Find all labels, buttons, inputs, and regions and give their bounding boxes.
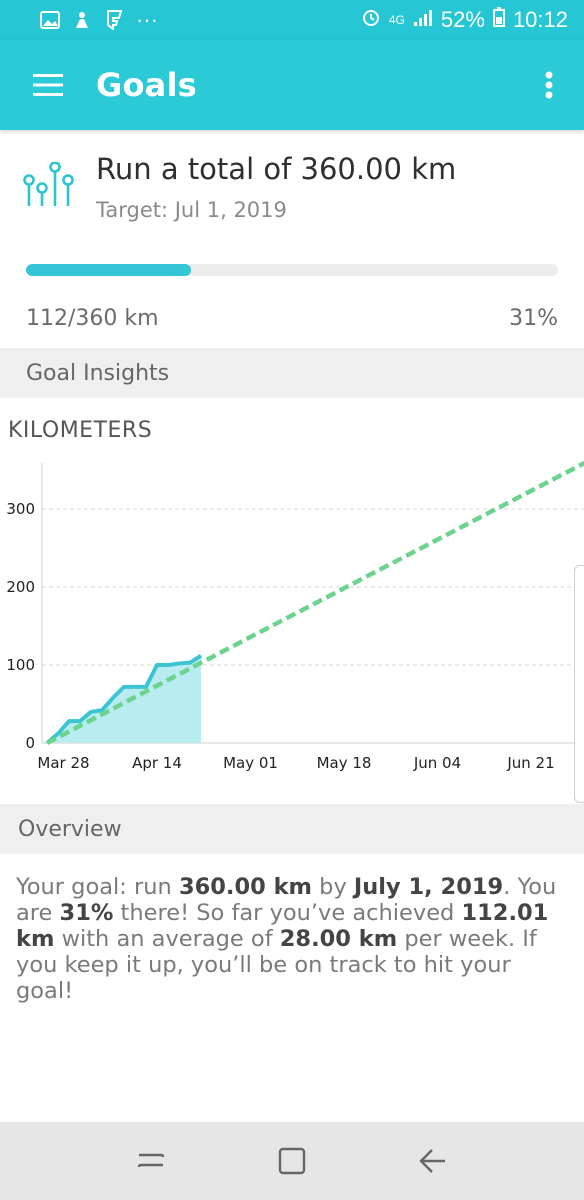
signal-icon bbox=[413, 7, 433, 33]
overview-paragraph: Your goal: run 360.00 km by July 1, 2019… bbox=[16, 874, 572, 1004]
x-tick-label: Apr 14 bbox=[132, 754, 182, 772]
overview-goal-km: 360.00 km bbox=[178, 874, 313, 900]
app-notification-icon bbox=[72, 10, 92, 30]
goal-type-icon bbox=[0, 130, 96, 208]
target-pace-line bbox=[45, 460, 584, 745]
app-bar: Goals bbox=[0, 40, 584, 130]
section-goal-insights: Goal Insights bbox=[0, 348, 584, 398]
home-icon bbox=[278, 1147, 306, 1175]
progress-distance: 112/360 km bbox=[26, 306, 159, 331]
overview-percent: 31% bbox=[59, 900, 114, 926]
foursquare-icon bbox=[104, 10, 124, 30]
progress-labels: 112/360 km 31% bbox=[26, 306, 558, 331]
x-tick-label: Mar 28 bbox=[37, 754, 89, 772]
status-bar: ··· 4G 52% 10:12 bbox=[0, 0, 584, 40]
home-button[interactable] bbox=[262, 1131, 322, 1191]
goal-target-date: Target: Jul 1, 2019 bbox=[96, 198, 287, 222]
back-button[interactable] bbox=[403, 1131, 463, 1191]
more-vert-icon bbox=[545, 71, 553, 99]
recents-icon bbox=[137, 1153, 164, 1168]
goal-header: Run a total of 360.00 km Target: Jul 1, … bbox=[0, 130, 584, 240]
overview-average: 28.00 km bbox=[279, 926, 398, 952]
back-arrow-icon bbox=[419, 1149, 446, 1173]
recents-button[interactable] bbox=[121, 1131, 181, 1191]
actual-progress-area bbox=[47, 655, 201, 743]
overflow-menu-button[interactable] bbox=[514, 40, 584, 130]
menu-button[interactable] bbox=[0, 40, 96, 130]
clock: 10:12 bbox=[512, 7, 568, 32]
goal-chart: 0 100 200 300 Mar 28 Apr 14 May 01 May 18 Jun 04… bbox=[6, 460, 584, 772]
goal-progress-fill bbox=[26, 264, 191, 276]
x-tick-label: Jun 21 bbox=[506, 754, 554, 772]
progress-percent: 31% bbox=[509, 306, 558, 331]
x-tick-label: May 01 bbox=[223, 754, 278, 772]
overview-text-5: with an average of bbox=[54, 926, 280, 952]
overview-text-2: by bbox=[312, 874, 354, 900]
section-overview: Overview bbox=[0, 804, 584, 854]
chart-y-label: KILOMETERS bbox=[8, 418, 153, 443]
app-title: Goals bbox=[96, 66, 197, 104]
overview-goal-date: July 1, 2019 bbox=[353, 874, 504, 900]
network-type: 4G bbox=[388, 13, 405, 27]
goal-title: Run a total of 360.00 km bbox=[96, 152, 457, 186]
y-tick-label: 0 bbox=[25, 734, 35, 752]
milestones-icon bbox=[23, 162, 74, 206]
y-tick-label: 300 bbox=[6, 500, 35, 518]
x-tick-label: May 18 bbox=[317, 754, 372, 772]
goal-progress-bar bbox=[26, 264, 558, 276]
more-notifications-dots: ··· bbox=[136, 7, 158, 32]
x-tick-label: Jun 04 bbox=[413, 754, 461, 772]
battery-icon bbox=[492, 7, 505, 33]
gallery-icon bbox=[40, 10, 60, 30]
overview-text-1: Your goal: run bbox=[16, 874, 179, 900]
scroll-handle[interactable] bbox=[574, 565, 584, 803]
alarm-icon bbox=[361, 7, 381, 33]
y-tick-label: 200 bbox=[6, 578, 35, 596]
status-left: ··· bbox=[40, 7, 158, 33]
system-nav-bar bbox=[0, 1122, 584, 1200]
goal-text: Run a total of 360.00 km Target: Jul 1, … bbox=[96, 130, 456, 222]
overview-text-4: there! So far you’ve achieved bbox=[113, 900, 462, 926]
hamburger-icon bbox=[33, 74, 63, 96]
status-right: 4G 52% 10:12 bbox=[361, 7, 568, 33]
battery-percent: 52% bbox=[440, 7, 485, 32]
y-tick-label: 100 bbox=[6, 656, 35, 674]
